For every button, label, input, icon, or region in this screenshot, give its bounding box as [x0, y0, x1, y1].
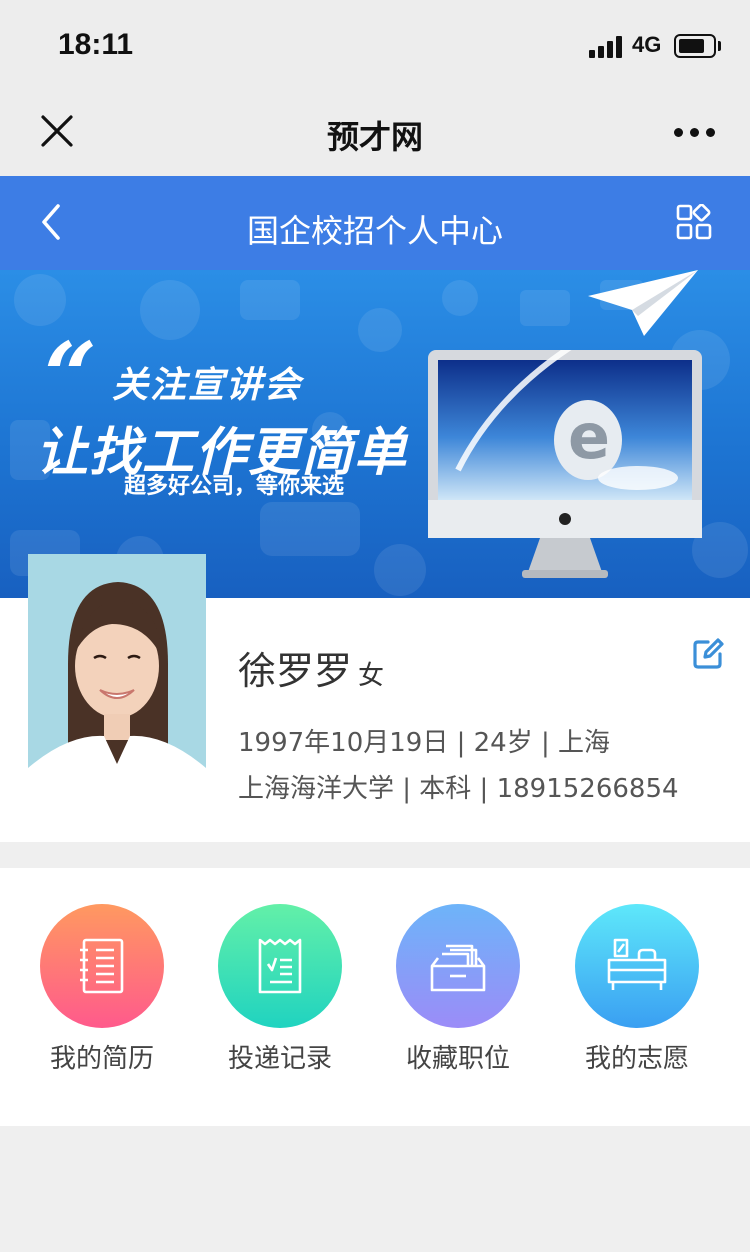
menu-item-saved-jobs[interactable]: 收藏职位 [378, 904, 538, 1084]
receipt-icon [218, 904, 342, 1028]
menu-item-wishes[interactable]: 我的志愿 [557, 904, 717, 1084]
menu-item-resume[interactable]: 我的简历 [22, 904, 182, 1084]
paper-plane-icon [588, 270, 698, 336]
birth-age-city: 1997年10月19日 | 24岁 | 上海 [238, 728, 610, 758]
menu-label-saved-jobs: 收藏职位 [405, 1044, 510, 1074]
menu-item-applications[interactable]: 投递记录 [200, 904, 360, 1084]
page-title: 国企校招个人中心 [246, 212, 503, 250]
battery-icon [674, 34, 716, 58]
user-gender: 女 [358, 661, 385, 691]
quote-mark-icon: “ [44, 322, 97, 430]
monitor-illustration-icon: e [428, 350, 702, 578]
resume-icon [40, 904, 164, 1028]
battery-cap [718, 41, 721, 51]
wechat-nav-bar: 预才网 [0, 90, 750, 176]
school-degree-phone: 上海海洋大学 | 本科 | 18915266854 [238, 774, 679, 804]
desk-icon [575, 904, 699, 1028]
banner-headline: 关注宣讲会 [112, 365, 303, 406]
banner-subtitle: 超多好公司，等你来选 [124, 474, 345, 499]
promo-banner[interactable]: “ 关注宣讲会 让找工作更简单 超多好公司，等你来选 e [0, 270, 750, 598]
grid-icon[interactable] [676, 203, 712, 240]
status-bar: 18:11 4G [0, 0, 750, 90]
svg-text:e: e [568, 400, 610, 473]
edit-icon[interactable] [692, 638, 724, 670]
network-type: 4G [632, 32, 662, 57]
wechat-title: 预才网 [326, 118, 423, 156]
menu-label-applications: 投递记录 [227, 1044, 332, 1074]
avatar[interactable] [28, 554, 206, 804]
archive-box-icon [396, 904, 520, 1028]
menu-label-resume: 我的简历 [49, 1044, 154, 1074]
more-dots-icon[interactable] [674, 128, 716, 138]
user-name: 徐罗罗 [238, 649, 353, 693]
menu-grid: 我的简历 投递记录 收藏职位 我的志愿 [0, 868, 750, 1126]
signal-strength-icon [589, 36, 625, 58]
status-time: 18:11 [58, 28, 134, 61]
page-header: 国企校招个人中心 [0, 176, 750, 270]
name-row: 徐罗罗女 [238, 640, 384, 695]
menu-label-wishes: 我的志愿 [584, 1044, 689, 1074]
